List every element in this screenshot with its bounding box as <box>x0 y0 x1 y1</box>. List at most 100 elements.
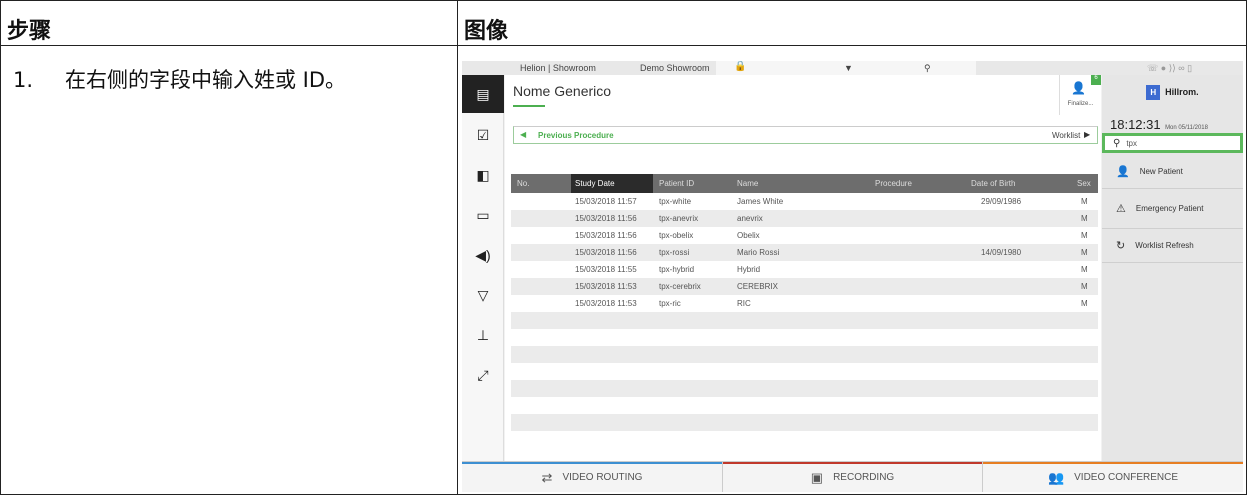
conference-label: VIDEO CONFERENCE <box>1074 472 1179 483</box>
new-patient-button[interactable]: 👤 New Patient <box>1102 155 1243 189</box>
search-field[interactable]: ⚲ tpx <box>1102 133 1243 153</box>
empty-row <box>511 329 1098 346</box>
worklist-refresh-button[interactable]: ↻ Worklist Refresh <box>1102 229 1243 263</box>
site-label: Helion | Showroom <box>520 63 596 73</box>
add-user-icon: 👤 <box>1116 166 1130 178</box>
col-study-date[interactable]: Study Date <box>571 174 653 193</box>
previous-procedure-link[interactable]: Previous Procedure <box>538 131 614 140</box>
cell-name: James White <box>737 197 784 206</box>
cell-id: tpx-rossi <box>659 248 690 257</box>
network-icon[interactable]: ⚲ <box>924 63 931 74</box>
step-number: 1. <box>13 68 34 92</box>
main-panel: Nome Generico Finalize... 👤 6 ◀ Previous… <box>505 75 1101 461</box>
clock-date: Mon 05/11/2018 <box>1165 125 1208 131</box>
room-label: Demo Showroom <box>640 63 710 73</box>
table-row[interactable]: 15/03/2018 11:57 tpx-white James White 29/0… <box>511 193 1098 210</box>
cell-dob: 14/09/1980 <box>981 248 1022 257</box>
empty-row <box>511 380 1098 397</box>
step-text-row: 1. 在右侧的字段中输入姓或 ID。 <box>13 64 346 94</box>
cell-date: 15/03/2018 11:57 <box>575 197 637 206</box>
empty-row <box>511 414 1098 431</box>
video-conference-tab[interactable]: 👥 VIDEO CONFERENCE <box>982 462 1243 492</box>
lock-icon[interactable]: 🔒 <box>734 61 746 72</box>
patient-card-icon[interactable]: ▤ <box>462 75 504 113</box>
conference-icon: 👥 <box>1047 469 1065 485</box>
cell-sex: M <box>1081 265 1088 274</box>
table-row[interactable]: 15/03/2018 11:56 tpx-anevrix anevrix M <box>511 210 1098 227</box>
display-icon[interactable]: ▭ <box>462 195 504 235</box>
checklist-icon[interactable]: ☑ <box>462 115 504 155</box>
right-panel: H Hillrom. 18:12:31 Mon 05/11/2018 ⚲ tpx… <box>1102 75 1243 461</box>
image-cell: Helion | Showroom Demo Showroom 🔒 ▼ ⚲ ☏ … <box>457 45 1247 495</box>
patient-name: Nome Generico <box>513 83 612 99</box>
recording-tab[interactable]: ▣ RECORDING <box>722 462 982 492</box>
step-text: 在右侧的字段中输入姓或 ID。 <box>65 68 347 92</box>
brand-name: Hillrom. <box>1165 87 1199 97</box>
cell-sex: M <box>1081 231 1088 240</box>
cell-name: RIC <box>737 299 751 308</box>
cell-id: tpx-hybrid <box>659 265 695 274</box>
cell-date: 15/03/2018 11:53 <box>575 282 637 291</box>
empty-row <box>511 346 1098 363</box>
cell-name: anevrix <box>737 214 763 223</box>
instruction-table: 步骤 图像 1. 在右侧的字段中输入姓或 ID。 Helion | Showroo… <box>0 0 1247 495</box>
stack-icon[interactable]: ◧ <box>462 155 504 195</box>
empty-row <box>511 312 1098 329</box>
recording-label: RECORDING <box>833 472 895 483</box>
search-icon: ⚲ <box>1113 137 1121 149</box>
cell-date: 15/03/2018 11:53 <box>575 299 637 308</box>
table-row[interactable]: 15/03/2018 11:53 tpx-cerebrix CEREBRIX M <box>511 278 1098 295</box>
table-row[interactable]: 15/03/2018 11:56 tpx-obelix Obelix M <box>511 227 1098 244</box>
col-dob[interactable]: Date of Birth <box>971 179 1015 188</box>
cell-id: tpx-white <box>659 197 692 206</box>
cell-id: tpx-ric <box>659 299 681 308</box>
cell-date: 15/03/2018 11:55 <box>575 265 637 274</box>
routing-icon: ⇄ <box>541 469 553 485</box>
cell-name: Mario Rossi <box>737 248 780 257</box>
search-input[interactable]: tpx <box>1126 139 1137 148</box>
cell-id: tpx-obelix <box>659 231 694 240</box>
cell-name: CEREBRIX <box>737 282 778 291</box>
left-nav: ▤ ☑ ◧ ▭ ◀) ▽ ⊥ ⤢ <box>462 75 504 461</box>
cell-sex: M <box>1081 299 1088 308</box>
col-name[interactable]: Name <box>737 179 758 188</box>
speaker-icon[interactable]: ◀) <box>462 235 504 275</box>
table-row[interactable]: 15/03/2018 11:55 tpx-hybrid Hybrid M <box>511 261 1098 278</box>
routing-label: VIDEO ROUTING <box>562 472 643 483</box>
cell-date: 15/03/2018 11:56 <box>575 248 637 257</box>
col-procedure[interactable]: Procedure <box>875 179 912 188</box>
refresh-icon: ↻ <box>1116 240 1126 252</box>
new-patient-label: New Patient <box>1139 167 1183 176</box>
table-row[interactable]: 15/03/2018 11:56 tpx-rossi Mario Rossi 14/0… <box>511 244 1098 261</box>
phone-icon: ☏ ● ⟩⟩ ∞ ▯ <box>1147 63 1193 73</box>
accent-underline <box>513 105 545 107</box>
header-image: 图像 <box>457 0 1247 46</box>
table-header: No. Study Date Patient ID Name Procedure… <box>511 174 1098 193</box>
brand-area: H Hillrom. <box>1102 75 1243 109</box>
cell-name: Obelix <box>737 231 760 240</box>
surgical-light-icon[interactable]: ▽ <box>462 275 504 315</box>
refresh-label: Worklist Refresh <box>1135 241 1194 250</box>
cell-id: tpx-cerebrix <box>659 282 701 291</box>
col-patient-id[interactable]: Patient ID <box>659 179 694 188</box>
step-cell: 1. 在右侧的字段中输入姓或 ID。 <box>0 45 458 495</box>
finalize-label: Finalize... <box>1067 101 1094 107</box>
left-arrow-icon[interactable]: ◀ <box>520 130 526 139</box>
emergency-label: Emergency Patient <box>1135 204 1204 213</box>
col-no[interactable]: No. <box>517 179 529 188</box>
table-icon[interactable]: ⊥ <box>462 315 504 355</box>
right-arrow-icon[interactable]: ▶ <box>1084 130 1090 139</box>
camera-icon[interactable]: ⤢ <box>462 355 504 395</box>
cell-sex: M <box>1081 282 1088 291</box>
worklist-link[interactable]: Worklist <box>1052 131 1080 140</box>
emergency-patient-button[interactable]: ⚠ Emergency Patient <box>1102 189 1243 229</box>
bottom-bar: ⇄ VIDEO ROUTING ▣ RECORDING 👥 VIDEO CONFERE… <box>462 461 1243 492</box>
cell-sex: M <box>1081 197 1088 206</box>
chevron-down-icon[interactable]: ▼ <box>844 63 853 73</box>
cell-sex: M <box>1081 214 1088 223</box>
col-sex[interactable]: Sex <box>1077 179 1091 188</box>
procedure-nav-bar: ◀ Previous Procedure Worklist ▶ <box>513 126 1098 144</box>
table-row[interactable]: 15/03/2018 11:53 tpx-ric RIC M <box>511 295 1098 312</box>
video-routing-tab[interactable]: ⇄ VIDEO ROUTING <box>462 462 722 492</box>
doctor-icon: 👤 <box>1071 81 1086 95</box>
